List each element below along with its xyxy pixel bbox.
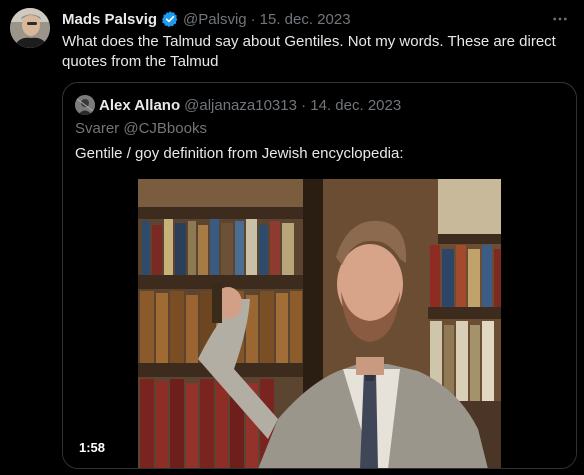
video-thumbnail	[138, 179, 501, 468]
author-avatar[interactable]	[10, 8, 50, 48]
quoted-author-avatar[interactable]	[75, 95, 95, 115]
video-player[interactable]: 1:58	[63, 179, 576, 468]
verified-badge-icon	[161, 10, 179, 28]
more-horizontal-icon	[553, 17, 567, 21]
separator: ·	[250, 10, 256, 28]
more-options-button[interactable]	[548, 7, 572, 31]
tweet-text: What does the Talmud say about Gentiles.…	[62, 33, 556, 70]
reply-context[interactable]: Svarer @CJBbooks	[75, 120, 207, 137]
tweet-header: Mads Palsvig @Palsvig · 15. dec. 2023	[62, 9, 572, 29]
video-duration: 1:58	[79, 440, 106, 455]
author-handle[interactable]: @Palsvig	[183, 11, 247, 28]
quoted-tweet-card[interactable]: Alex Allano @aljanaza10313 · 14. dec. 20…	[62, 82, 577, 469]
quoted-author-name[interactable]: Alex Allano	[99, 97, 180, 114]
quoted-tweet-text: Gentile / goy definition from Jewish enc…	[75, 145, 404, 162]
quoted-author-handle[interactable]: @aljanaza10313 · 14. dec. 2023	[184, 97, 401, 114]
author-name[interactable]: Mads Palsvig	[62, 11, 157, 28]
quoted-tweet-header: Alex Allano @aljanaza10313 · 14. dec. 20…	[75, 95, 564, 115]
tweet-date[interactable]: 15. dec. 2023	[260, 11, 351, 28]
